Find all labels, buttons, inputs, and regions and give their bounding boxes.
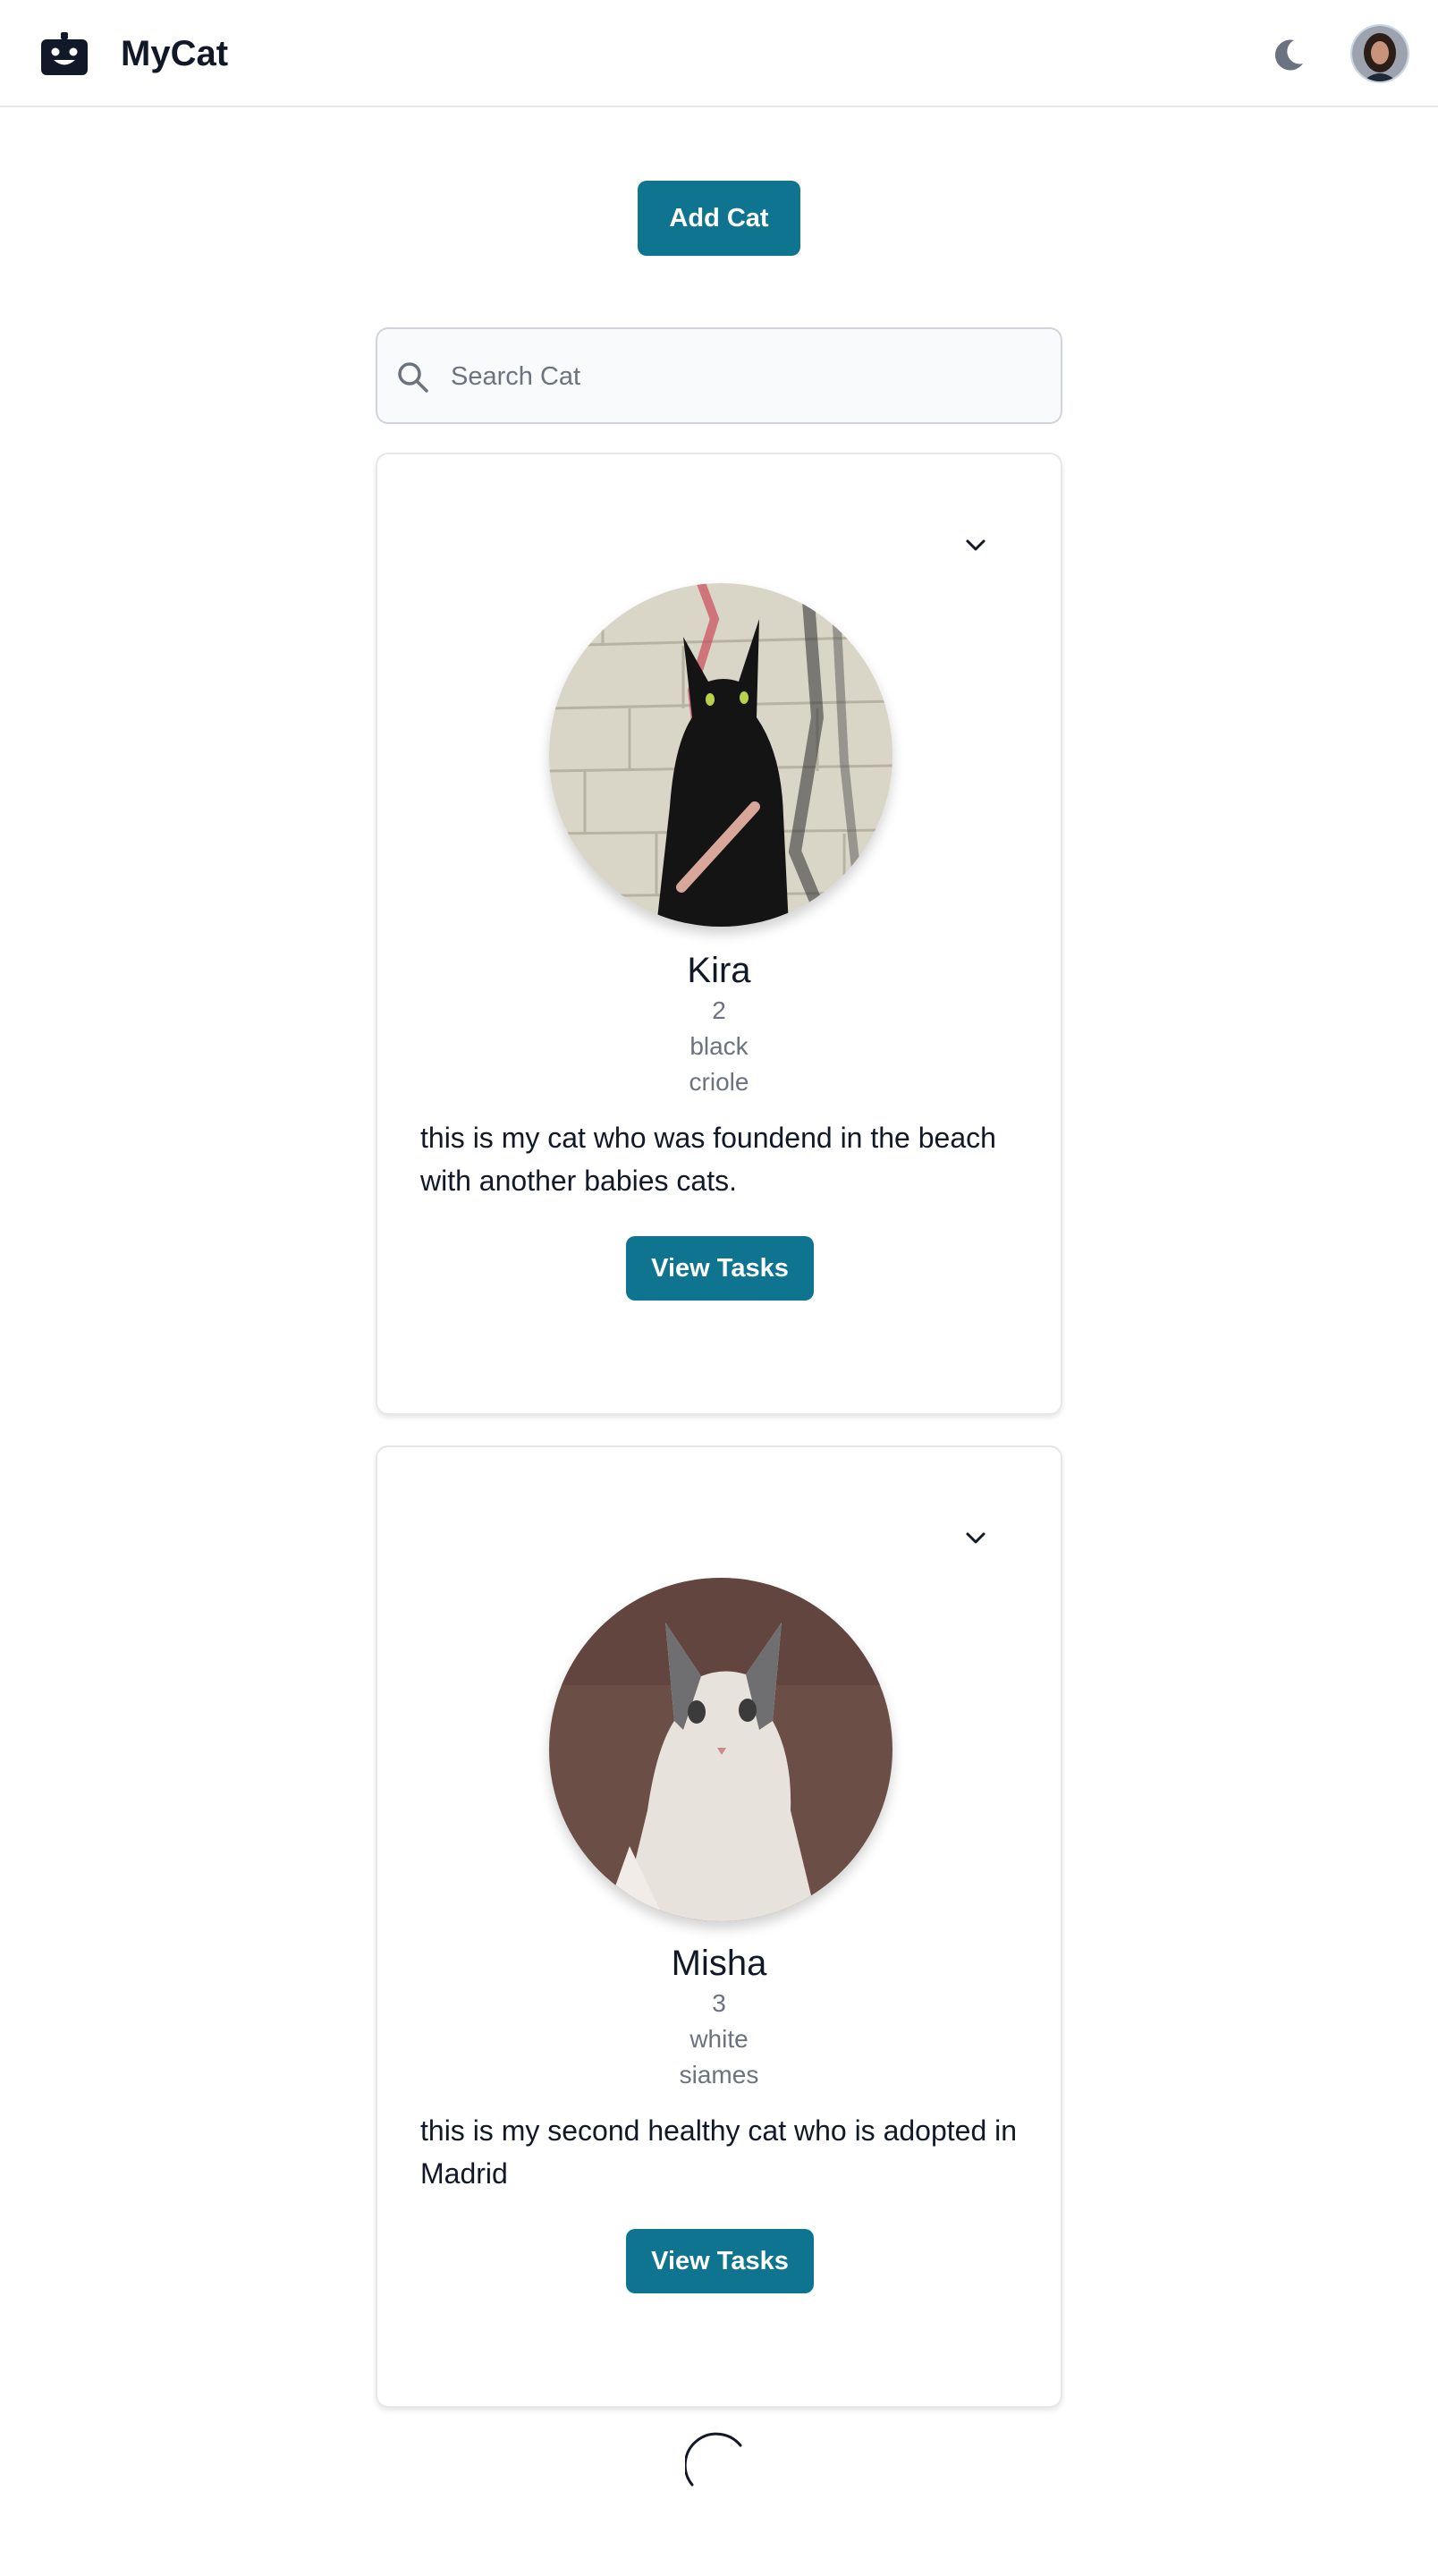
chevron-down-icon[interactable] [962, 1524, 989, 1551]
cat-age: 2 [712, 996, 726, 1024]
cat-description: this is my cat who was foundend in the b… [420, 1122, 996, 1197]
cat-color: black [689, 1032, 749, 1060]
cat-breed: criole [689, 1068, 749, 1096]
user-avatar[interactable] [1350, 24, 1409, 83]
search-input[interactable] [449, 329, 1043, 424]
cat-photo [549, 1578, 892, 1921]
cat-age: 3 [712, 1989, 726, 2017]
avatar-image [1352, 26, 1408, 81]
app-title[interactable]: MyCat [121, 30, 228, 77]
search-icon [398, 362, 428, 393]
search-box [376, 327, 1062, 424]
navbar: MyCat [0, 0, 1438, 107]
moon-icon[interactable] [1270, 36, 1307, 73]
cat-card: Kira 2 black criole this is my cat who w… [376, 453, 1062, 1415]
chevron-down-icon[interactable] [962, 531, 989, 558]
cat-description: this is my second healthy cat who is ado… [420, 2114, 1018, 2190]
view-tasks-button[interactable]: View Tasks [626, 2229, 814, 2293]
robot-face-icon[interactable] [41, 32, 88, 75]
cat-card: Misha 3 white siames this is my second h… [376, 1445, 1062, 2408]
cat-photo [549, 583, 892, 927]
cat-name: Misha [671, 1944, 767, 1983]
cat-breed: siames [679, 2061, 759, 2089]
spinner-icon [685, 2432, 742, 2487]
cat-name: Kira [687, 951, 751, 990]
cat-color: white [689, 2025, 749, 2053]
add-cat-button[interactable]: Add Cat [638, 181, 800, 256]
view-tasks-button[interactable]: View Tasks [626, 1236, 814, 1301]
